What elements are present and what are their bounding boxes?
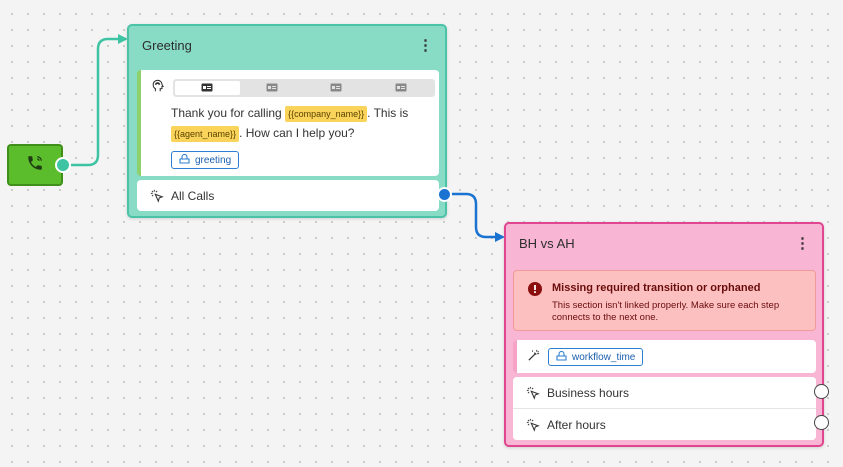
route-label: All Calls bbox=[171, 188, 215, 203]
database-icon bbox=[179, 153, 190, 167]
route-after-hours[interactable]: After hours bbox=[513, 409, 816, 440]
edge-start-to-greeting bbox=[63, 37, 122, 167]
id-card-icon bbox=[201, 79, 213, 97]
error-body: This section isn't linked properly. Make… bbox=[552, 300, 780, 323]
variant-tab-4[interactable] bbox=[369, 81, 434, 95]
edge-allcalls-to-bhah bbox=[445, 192, 498, 239]
variable-agent-name: {{agent_name}} bbox=[171, 126, 240, 142]
variable-company-name: {{company_name}} bbox=[285, 106, 368, 122]
id-card-icon bbox=[266, 79, 278, 97]
message-text-part: . How can I help you? bbox=[239, 126, 355, 140]
database-icon bbox=[556, 350, 567, 364]
pointer-click-icon bbox=[526, 418, 540, 432]
greeting-tag-label: greeting bbox=[195, 154, 232, 166]
bh-vs-ah-node[interactable]: BH vs AH ⋮ Missing required transition o… bbox=[504, 222, 824, 447]
kebab-menu-icon[interactable]: ⋮ bbox=[795, 236, 810, 251]
error-banner: Missing required transition or orphaned … bbox=[513, 270, 816, 331]
route-business-hours[interactable]: Business hours bbox=[513, 377, 816, 408]
route-label: Business hours bbox=[547, 385, 630, 400]
greeting-node[interactable]: Greeting ⋮ Thank you for calling {{compa… bbox=[127, 24, 447, 218]
greeting-title: Greeting bbox=[142, 37, 192, 53]
phone-icon bbox=[26, 154, 44, 177]
start-output-port[interactable] bbox=[55, 157, 71, 173]
route-label: After hours bbox=[547, 417, 606, 432]
bhah-header: BH vs AH ⋮ bbox=[506, 224, 822, 262]
pointer-click-icon bbox=[526, 386, 540, 400]
all-calls-output-port[interactable] bbox=[437, 187, 452, 202]
business-hours-output-port[interactable] bbox=[814, 384, 829, 399]
workflow-time-tag[interactable]: workflow_time bbox=[548, 348, 644, 366]
variant-tab-3[interactable] bbox=[304, 81, 369, 95]
message-variant-tabs bbox=[173, 79, 435, 97]
variant-tab-1[interactable] bbox=[175, 81, 240, 95]
message-card[interactable]: Thank you for calling {{company_name}}. … bbox=[137, 70, 439, 176]
pointer-click-icon bbox=[150, 189, 164, 203]
error-icon bbox=[528, 282, 542, 301]
speech-head-icon bbox=[151, 79, 165, 98]
variant-tab-2[interactable] bbox=[240, 81, 305, 95]
tool-card[interactable]: workflow_time bbox=[513, 340, 816, 373]
workflow-time-tag-label: workflow_time bbox=[572, 351, 636, 363]
greeting-tag[interactable]: greeting bbox=[171, 151, 240, 169]
message-text-part: . This is bbox=[367, 106, 409, 120]
greeting-header: Greeting ⋮ bbox=[129, 26, 445, 64]
id-card-icon bbox=[330, 79, 342, 97]
message-text: Thank you for calling {{company_name}}. … bbox=[171, 104, 437, 144]
message-text-part: Thank you for calling bbox=[171, 106, 282, 120]
after-hours-output-port[interactable] bbox=[814, 415, 829, 430]
route-all-calls[interactable]: All Calls bbox=[137, 180, 439, 211]
error-title: Missing required transition or orphaned bbox=[552, 282, 761, 294]
kebab-menu-icon[interactable]: ⋮ bbox=[418, 38, 433, 53]
bhah-title: BH vs AH bbox=[519, 235, 575, 251]
bhah-routes: Business hours After hours bbox=[513, 377, 816, 440]
wand-icon bbox=[527, 349, 540, 367]
id-card-icon bbox=[395, 79, 407, 97]
